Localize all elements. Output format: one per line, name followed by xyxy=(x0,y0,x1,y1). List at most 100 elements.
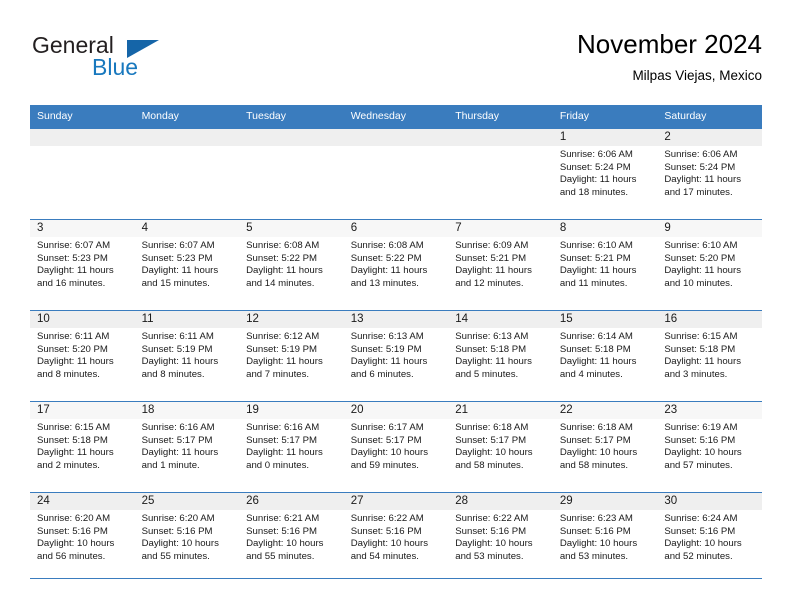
sunrise-text: Sunrise: 6:22 AM xyxy=(455,513,529,524)
sunset-text: Sunset: 5:16 PM xyxy=(664,434,736,446)
sunset-text: Sunset: 5:20 PM xyxy=(37,343,108,355)
daylight-text-line2: and 59 minutes. xyxy=(350,459,419,471)
calendar-day-cell[interactable]: 27 Sunrise: 6:22 AM Sunset: 5:16 PM Dayligh… xyxy=(343,492,449,583)
sunset-text: Sunset: 5:19 PM xyxy=(141,343,213,355)
calendar-day-cell[interactable]: 3 Sunrise: 6:07 AM Sunset: 5:23 PM Daylight… xyxy=(30,219,135,311)
calendar-day-cell[interactable]: 1 Sunrise: 6:06 AM Sunset: 5:24 PM Daylight… xyxy=(552,128,658,220)
day-details: Sunrise: 6:11 AM Sunset: 5:19 PM Daylight:… xyxy=(135,328,240,381)
sunrise-text: Sunrise: 6:13 AM xyxy=(350,331,424,342)
daylight-text-line1: Daylight: 10 hours xyxy=(455,538,533,550)
sunset-text: Sunset: 5:18 PM xyxy=(455,343,527,355)
calendar-day-cell[interactable]: 26 Sunrise: 6:21 AM Sunset: 5:16 PM Dayligh… xyxy=(239,492,344,583)
calendar-day-cell[interactable]: 2 Sunrise: 6:06 AM Sunset: 5:24 PM Daylight… xyxy=(657,128,762,220)
sunset-text: Sunset: 5:17 PM xyxy=(141,434,213,446)
day-details: Sunrise: 6:06 AM Sunset: 5:24 PM Daylight:… xyxy=(553,146,658,199)
daylight-text-line1: Daylight: 11 hours xyxy=(455,356,532,368)
day-number: 27 xyxy=(343,493,449,510)
day-details: Sunrise: 6:20 AM Sunset: 5:16 PM Daylight:… xyxy=(135,510,240,563)
sunset-text: Sunset: 5:18 PM xyxy=(559,343,631,355)
day-number: 26 xyxy=(239,493,344,510)
sunset-text: Sunset: 5:17 PM xyxy=(246,434,318,446)
day-number xyxy=(30,129,135,146)
brand-logo[interactable]: General Blue xyxy=(30,32,260,90)
daylight-text-line1: Daylight: 10 hours xyxy=(246,538,324,550)
daylight-text-line1: Daylight: 11 hours xyxy=(664,356,741,368)
daylight-text-line1: Daylight: 10 hours xyxy=(37,538,115,550)
daylight-text-line1: Daylight: 11 hours xyxy=(246,265,323,277)
day-details: Sunrise: 6:17 AM Sunset: 5:17 PM Daylight:… xyxy=(344,419,449,472)
calendar-day-cell[interactable]: 16 Sunrise: 6:15 AM Sunset: 5:18 PM Dayligh… xyxy=(657,310,762,402)
calendar-day-cell[interactable]: 19 Sunrise: 6:16 AM Sunset: 5:17 PM Dayligh… xyxy=(239,401,344,493)
calendar-day-cell[interactable]: 21 Sunrise: 6:18 AM Sunset: 5:17 PM Dayligh… xyxy=(448,401,553,493)
calendar-day-cell[interactable]: 30 Sunrise: 6:24 AM Sunset: 5:16 PM Dayligh… xyxy=(657,492,762,583)
daylight-text-line1: Daylight: 11 hours xyxy=(559,356,637,368)
calendar-day-cell[interactable]: 10 Sunrise: 6:11 AM Sunset: 5:20 PM Dayligh… xyxy=(30,310,135,402)
calendar-day-cell[interactable]: 7 Sunrise: 6:09 AM Sunset: 5:21 PM Daylight… xyxy=(448,219,553,311)
sunrise-text: Sunrise: 6:10 AM xyxy=(559,240,633,251)
calendar-day-cell[interactable]: 13 Sunrise: 6:13 AM Sunset: 5:19 PM Dayligh… xyxy=(343,310,449,402)
daylight-text-line1: Daylight: 10 hours xyxy=(664,538,742,550)
calendar-day-cell[interactable]: 5 Sunrise: 6:08 AM Sunset: 5:22 PM Daylight… xyxy=(239,219,344,311)
daylight-text-line1: Daylight: 10 hours xyxy=(350,538,429,550)
weekday-header-thursday: Thursday xyxy=(448,105,553,129)
day-details: Sunrise: 6:16 AM Sunset: 5:17 PM Daylight:… xyxy=(239,419,344,472)
daylight-text-line2: and 8 minutes. xyxy=(141,368,205,380)
daylight-text-line1: Daylight: 11 hours xyxy=(246,356,323,368)
calendar-day-cell[interactable]: 4 Sunrise: 6:07 AM Sunset: 5:23 PM Daylight… xyxy=(134,219,240,311)
day-details: Sunrise: 6:19 AM Sunset: 5:16 PM Daylight:… xyxy=(657,419,762,472)
title-block: November 2024 Milpas Viejas, Mexico xyxy=(577,28,762,86)
sunset-text: Sunset: 5:23 PM xyxy=(141,252,213,264)
calendar-day-cell[interactable]: 24 Sunrise: 6:20 AM Sunset: 5:16 PM Dayligh… xyxy=(30,492,135,583)
sunrise-text: Sunrise: 6:15 AM xyxy=(664,331,738,342)
calendar-day-cell[interactable]: 9 Sunrise: 6:10 AM Sunset: 5:20 PM Daylight… xyxy=(657,219,762,311)
calendar-body: 1 Sunrise: 6:06 AM Sunset: 5:24 PM Daylight… xyxy=(30,128,762,583)
calendar-day-cell[interactable]: 29 Sunrise: 6:23 AM Sunset: 5:16 PM Dayligh… xyxy=(552,492,658,583)
sunrise-text: Sunrise: 6:13 AM xyxy=(455,331,529,342)
daylight-text-line1: Daylight: 11 hours xyxy=(559,265,637,277)
page-header: General Blue November 2024 Milpas Viejas… xyxy=(30,28,762,94)
calendar-day-cell[interactable]: 18 Sunrise: 6:16 AM Sunset: 5:17 PM Dayligh… xyxy=(134,401,240,493)
calendar-day-cell[interactable]: 23 Sunrise: 6:19 AM Sunset: 5:16 PM Dayligh… xyxy=(657,401,762,493)
calendar-day-cell[interactable]: 28 Sunrise: 6:22 AM Sunset: 5:16 PM Dayligh… xyxy=(448,492,553,583)
day-details: Sunrise: 6:15 AM Sunset: 5:18 PM Daylight:… xyxy=(657,328,762,381)
calendar-day-cell[interactable]: 14 Sunrise: 6:13 AM Sunset: 5:18 PM Dayligh… xyxy=(448,310,553,402)
day-number xyxy=(343,129,449,146)
day-details: Sunrise: 6:18 AM Sunset: 5:17 PM Daylight:… xyxy=(553,419,658,472)
daylight-text-line2: and 3 minutes. xyxy=(664,368,728,380)
day-number: 1 xyxy=(552,129,658,146)
calendar-week-row: 17 Sunrise: 6:15 AM Sunset: 5:18 PM Dayligh… xyxy=(30,401,762,493)
calendar-day-cell[interactable]: 15 Sunrise: 6:14 AM Sunset: 5:18 PM Dayligh… xyxy=(552,310,658,402)
day-details: Sunrise: 6:13 AM Sunset: 5:19 PM Daylight:… xyxy=(344,328,449,381)
calendar-day-cell[interactable]: 25 Sunrise: 6:20 AM Sunset: 5:16 PM Dayligh… xyxy=(134,492,240,583)
daylight-text-line2: and 53 minutes. xyxy=(559,550,629,562)
day-number: 21 xyxy=(448,402,553,419)
sunrise-text: Sunrise: 6:07 AM xyxy=(141,240,215,251)
daylight-text-line2: and 4 minutes. xyxy=(559,368,623,380)
calendar-day-cell[interactable]: 6 Sunrise: 6:08 AM Sunset: 5:22 PM Daylight… xyxy=(343,219,449,311)
sunrise-text: Sunrise: 6:17 AM xyxy=(350,422,424,433)
daylight-text-line2: and 57 minutes. xyxy=(664,459,733,471)
sunset-text: Sunset: 5:16 PM xyxy=(37,525,108,537)
daylight-text-line1: Daylight: 11 hours xyxy=(37,447,114,459)
calendar-day-cell[interactable]: 22 Sunrise: 6:18 AM Sunset: 5:17 PM Dayligh… xyxy=(552,401,658,493)
daylight-text-line1: Daylight: 11 hours xyxy=(559,174,637,186)
sunset-text: Sunset: 5:19 PM xyxy=(350,343,422,355)
daylight-text-line2: and 2 minutes. xyxy=(37,459,100,471)
day-number: 23 xyxy=(657,402,762,419)
daylight-text-line1: Daylight: 11 hours xyxy=(141,265,219,277)
daylight-text-line1: Daylight: 11 hours xyxy=(455,265,532,277)
sunset-text: Sunset: 5:16 PM xyxy=(559,525,631,537)
calendar-day-cell[interactable]: 11 Sunrise: 6:11 AM Sunset: 5:19 PM Dayligh… xyxy=(134,310,240,402)
sunrise-text: Sunrise: 6:16 AM xyxy=(246,422,320,433)
daylight-text-line1: Daylight: 11 hours xyxy=(350,265,428,277)
calendar-day-cell[interactable]: 17 Sunrise: 6:15 AM Sunset: 5:18 PM Dayligh… xyxy=(30,401,135,493)
calendar-day-cell[interactable]: 20 Sunrise: 6:17 AM Sunset: 5:17 PM Dayligh… xyxy=(343,401,449,493)
calendar-day-cell-empty xyxy=(343,128,449,220)
brand-name-blue: Blue xyxy=(92,54,139,80)
day-number: 22 xyxy=(552,402,658,419)
day-number: 17 xyxy=(30,402,135,419)
calendar-day-cell[interactable]: 12 Sunrise: 6:12 AM Sunset: 5:19 PM Dayligh… xyxy=(239,310,344,402)
calendar-day-cell[interactable]: 8 Sunrise: 6:10 AM Sunset: 5:21 PM Daylight… xyxy=(552,219,658,311)
sunset-text: Sunset: 5:19 PM xyxy=(246,343,318,355)
sunset-text: Sunset: 5:16 PM xyxy=(141,525,213,537)
